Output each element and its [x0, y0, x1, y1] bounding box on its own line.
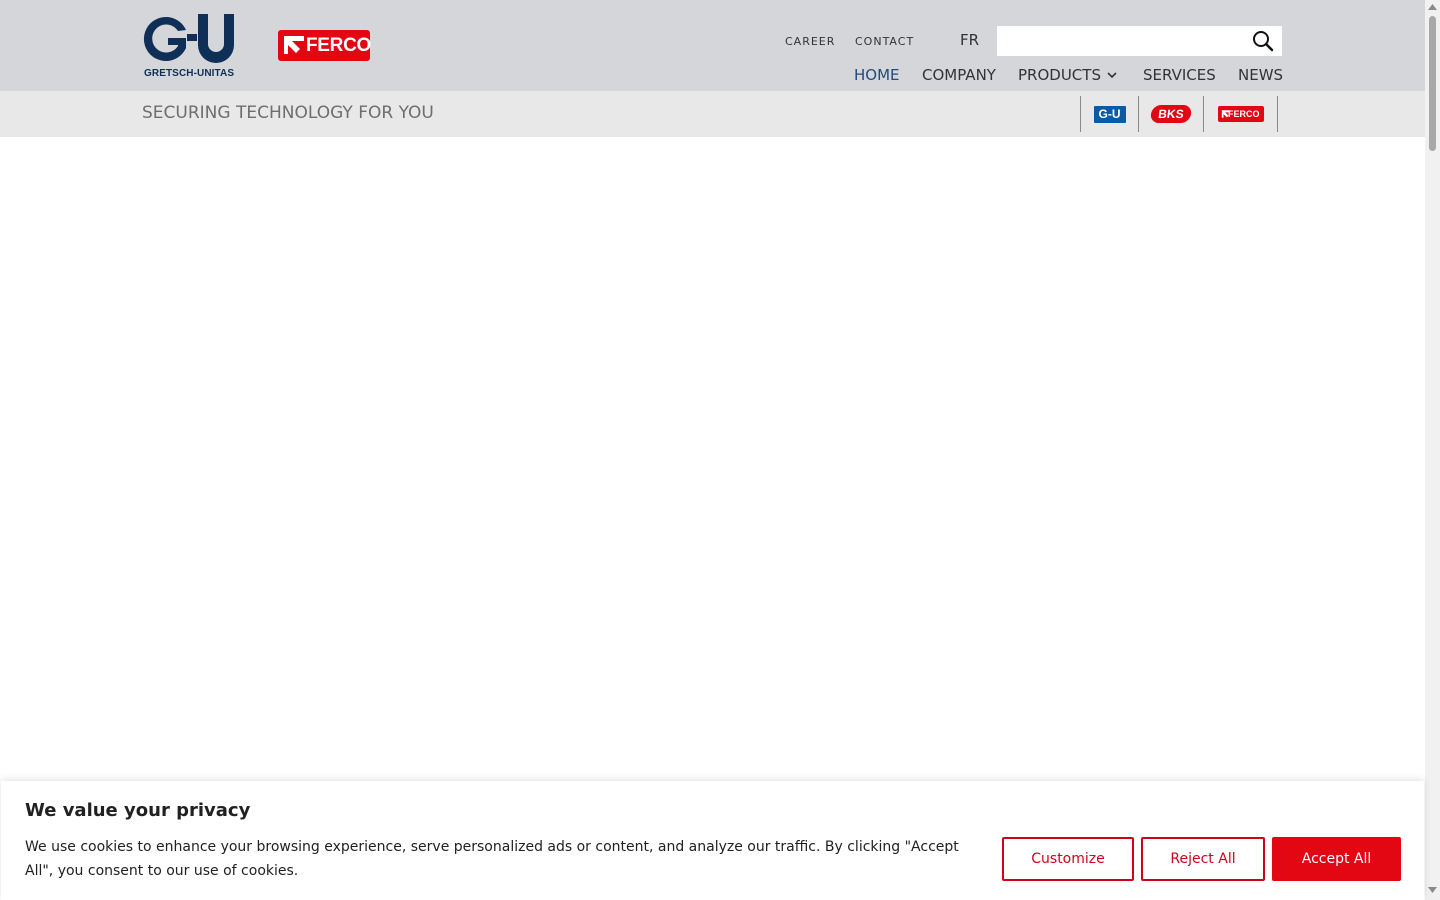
- brand-bks-link[interactable]: BKS: [1138, 96, 1203, 132]
- main-content: [0, 137, 1425, 781]
- brand-gu-link[interactable]: G-U: [1080, 96, 1138, 132]
- search-box: [997, 26, 1282, 56]
- gu-logo[interactable]: GRETSCH-UNITAS: [142, 12, 237, 80]
- nav-news[interactable]: NEWS: [1238, 66, 1283, 84]
- scroll-thumb[interactable]: [1429, 16, 1436, 151]
- ferco-flag-icon: [1221, 110, 1230, 118]
- nav-products[interactable]: PRODUCTS: [1018, 66, 1117, 84]
- scroll-up-arrow-icon[interactable]: [1428, 4, 1437, 10]
- brand-bar: SECURING TECHNOLOGY FOR YOU G-U BKS FERC…: [0, 91, 1425, 137]
- career-link[interactable]: CAREER: [785, 35, 835, 48]
- chevron-down-icon: [1107, 72, 1117, 79]
- cookie-title: We value your privacy: [25, 800, 251, 821]
- brand-ferco-link[interactable]: FERCO: [1203, 96, 1278, 132]
- nav-products-label: PRODUCTS: [1018, 66, 1101, 84]
- nav-home[interactable]: HOME: [854, 66, 900, 84]
- cookie-description: We use cookies to enhance your browsing …: [25, 839, 959, 879]
- accept-all-button[interactable]: Accept All: [1272, 837, 1401, 881]
- tagline: SECURING TECHNOLOGY FOR YOU: [142, 103, 434, 123]
- page-scrollbar[interactable]: [1425, 0, 1440, 900]
- search-input[interactable]: [997, 26, 1247, 56]
- customize-button[interactable]: Customize: [1002, 837, 1134, 881]
- gu-logo-mark-icon: [143, 14, 234, 63]
- ferco-flag-icon: [284, 36, 304, 54]
- nav-services[interactable]: SERVICES: [1143, 66, 1216, 84]
- ferco-logo[interactable]: FERCO: [278, 30, 372, 61]
- brand-bks-logo: BKS: [1149, 105, 1193, 123]
- cookie-consent-banner: We value your privacy We use cookies to …: [1, 781, 1424, 900]
- search-icon[interactable]: [1252, 30, 1274, 52]
- reject-all-button[interactable]: Reject All: [1141, 837, 1265, 881]
- brand-ferco-text: FERCO: [1228, 109, 1260, 119]
- contact-link[interactable]: CONTACT: [855, 35, 914, 48]
- scroll-down-arrow-icon[interactable]: [1428, 887, 1437, 893]
- brand-gu-logo: G-U: [1093, 105, 1126, 123]
- language-switch[interactable]: FR: [960, 31, 979, 49]
- site-header: GRETSCH-UNITAS FERCO CAREER CONTACT FR H…: [0, 0, 1425, 91]
- gu-logo-subtitle: GRETSCH-UNITAS: [144, 68, 235, 79]
- ferco-logo-text: FERCO: [306, 35, 372, 56]
- brand-ferco-logo: FERCO: [1217, 106, 1264, 122]
- nav-company[interactable]: COMPANY: [922, 66, 996, 84]
